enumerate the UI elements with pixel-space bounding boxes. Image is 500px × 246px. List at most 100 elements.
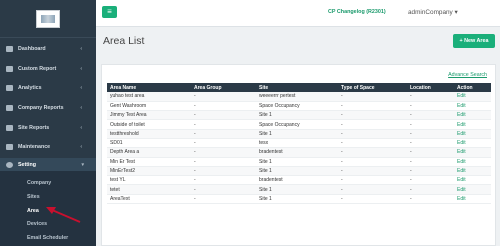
cell-site: Space Occupancy — [256, 101, 338, 112]
header-action: Action — [457, 84, 473, 91]
logo-area — [0, 0, 96, 38]
cell-location: - — [407, 138, 454, 149]
header-type-of-space[interactable]: Type of Space — [338, 83, 407, 92]
sidebar-item-custom-report[interactable]: Custom Report ‹ — [0, 62, 96, 76]
table-row: Jimmy Test Area - Site 1- - Edit — [107, 110, 491, 121]
cell-area-name: MinErTest2 — [107, 166, 191, 177]
cell-site: Site 1 — [256, 184, 338, 195]
sidebar-item-maintenance[interactable]: Maintenance ‹ — [0, 140, 96, 154]
advance-search-link[interactable]: Advance Search — [448, 72, 487, 78]
header-site[interactable]: Site — [256, 83, 338, 92]
cell-area-name: Jimmy Test Area — [107, 110, 191, 121]
cell-location: - — [407, 119, 454, 130]
cell-type-of-space: - — [338, 194, 407, 205]
cell-site: Site 1 — [256, 157, 338, 167]
hamburger-menu-button[interactable]: ≡ — [102, 6, 117, 18]
changelog-link[interactable]: CP Changelog (R2301) — [328, 9, 386, 15]
submenu-item-sites[interactable]: Sites — [0, 190, 96, 203]
submenu-item-area[interactable]: Area — [0, 204, 96, 217]
cell-area-name: Depth Area a — [107, 147, 191, 158]
dashboard-icon — [6, 46, 13, 52]
edit-link[interactable]: Edit — [454, 92, 491, 102]
cell-location: - — [407, 184, 454, 195]
cell-site: Site 1 — [256, 110, 338, 121]
cell-area-name: testthreshold — [107, 129, 191, 140]
cell-type-of-space: - — [338, 92, 407, 102]
cell-type-of-space: - — [338, 119, 407, 130]
table-row: AreaText - Site 1- - Edit — [107, 194, 491, 205]
edit-link[interactable]: Edit — [454, 147, 491, 158]
edit-link[interactable]: Edit — [454, 175, 491, 186]
edit-link[interactable]: Edit — [454, 166, 491, 177]
submenu-item-devices[interactable]: Devices — [0, 217, 96, 230]
cell-site: Site 1 — [256, 129, 338, 140]
cell-area-group: - — [191, 92, 256, 102]
chevron-down-icon: ▾ — [81, 162, 84, 168]
gear-icon — [6, 162, 13, 168]
cell-type-of-space: - — [338, 184, 407, 195]
header-area-name[interactable]: Area Name — [107, 83, 191, 92]
cell-location: - — [407, 147, 454, 158]
cell-area-name: yuhao test area — [107, 92, 191, 102]
company-logo[interactable] — [36, 9, 60, 28]
cell-site: Space Occupancy — [256, 119, 338, 130]
table-row: Depth Area a - bradentest - - Edit — [107, 147, 491, 158]
cell-location: - — [407, 166, 454, 177]
table-row: tetet - Site 1- - Edit — [107, 184, 491, 195]
cell-type-of-space: - — [338, 166, 407, 177]
edit-link[interactable]: Edit — [454, 101, 491, 112]
edit-link[interactable]: Edit — [454, 157, 491, 167]
edit-link[interactable]: Edit — [454, 119, 491, 130]
chevron-right-icon: ‹ — [80, 144, 82, 150]
table-row: Outside of toilet - Space Occupancy - - Edit — [107, 119, 491, 130]
cell-location: - — [407, 92, 454, 102]
sidebar-item-company-reports[interactable]: Company Reports ‹ — [0, 101, 96, 115]
cell-area-group: - — [191, 101, 256, 112]
sidebar-item-label: Analytics — [18, 85, 42, 91]
header-location[interactable]: Location — [407, 83, 454, 92]
wrench-icon — [6, 144, 13, 150]
cell-area-group: - — [191, 119, 256, 130]
cell-location: - — [407, 129, 454, 140]
sidebar-item-label: Maintenance — [18, 144, 51, 150]
chevron-right-icon: ‹ — [80, 125, 82, 131]
cell-site: bradentest — [256, 147, 338, 158]
sidebar-item-analytics[interactable]: Analytics ‹ — [0, 81, 96, 95]
page-title: Area List — [103, 35, 145, 47]
table-row: MinErTest2- Site 1- - Edit — [107, 166, 491, 177]
cell-area-name: tetet — [107, 184, 191, 195]
submenu-item-email-scheduler[interactable]: Email Scheduler — [0, 231, 96, 244]
report-icon — [6, 66, 13, 72]
chevron-right-icon: ‹ — [80, 66, 82, 72]
cell-area-group: - — [191, 184, 256, 195]
cell-area-group: - — [191, 194, 256, 205]
cell-area-group: - — [191, 157, 256, 167]
table-row: test YL - bradentest - - Edit — [107, 175, 491, 186]
edit-link[interactable]: Edit — [454, 110, 491, 121]
edit-link[interactable]: Edit — [454, 138, 491, 149]
cell-type-of-space: - — [338, 110, 407, 121]
cell-area-group: - — [191, 166, 256, 177]
sidebar-item-site-reports[interactable]: Site Reports ‹ — [0, 121, 96, 135]
submenu-item-company[interactable]: Company — [0, 176, 96, 189]
table-row: yuhao test area - weeeerrr pertest - - Edit — [107, 92, 491, 102]
top-bar: ≡ CP Changelog (R2301) adminCompany ▾ — [96, 0, 500, 27]
header-area-group[interactable]: Area Group — [191, 83, 256, 92]
user-menu[interactable]: adminCompany ▾ — [408, 8, 458, 16]
sidebar-item-label: Company Reports — [18, 105, 64, 111]
cell-site: tesx — [256, 138, 338, 149]
sidebar-item-label: Dashboard — [18, 46, 46, 52]
edit-link[interactable]: Edit — [454, 194, 491, 205]
cell-area-name: test YL — [107, 175, 191, 186]
cell-area-group: - — [191, 138, 256, 149]
cell-type-of-space: - — [338, 129, 407, 140]
chevron-right-icon: ‹ — [80, 85, 82, 91]
sidebar-item-setting[interactable]: Setting ▾ — [0, 158, 96, 172]
cell-area-group: - — [191, 147, 256, 158]
cell-type-of-space: - — [338, 147, 407, 158]
cell-area-name: AreaText — [107, 194, 191, 205]
edit-link[interactable]: Edit — [454, 129, 491, 140]
new-area-button[interactable]: + New Area — [453, 34, 495, 48]
edit-link[interactable]: Edit — [454, 184, 491, 195]
sidebar-item-dashboard[interactable]: Dashboard ‹ — [0, 42, 96, 56]
